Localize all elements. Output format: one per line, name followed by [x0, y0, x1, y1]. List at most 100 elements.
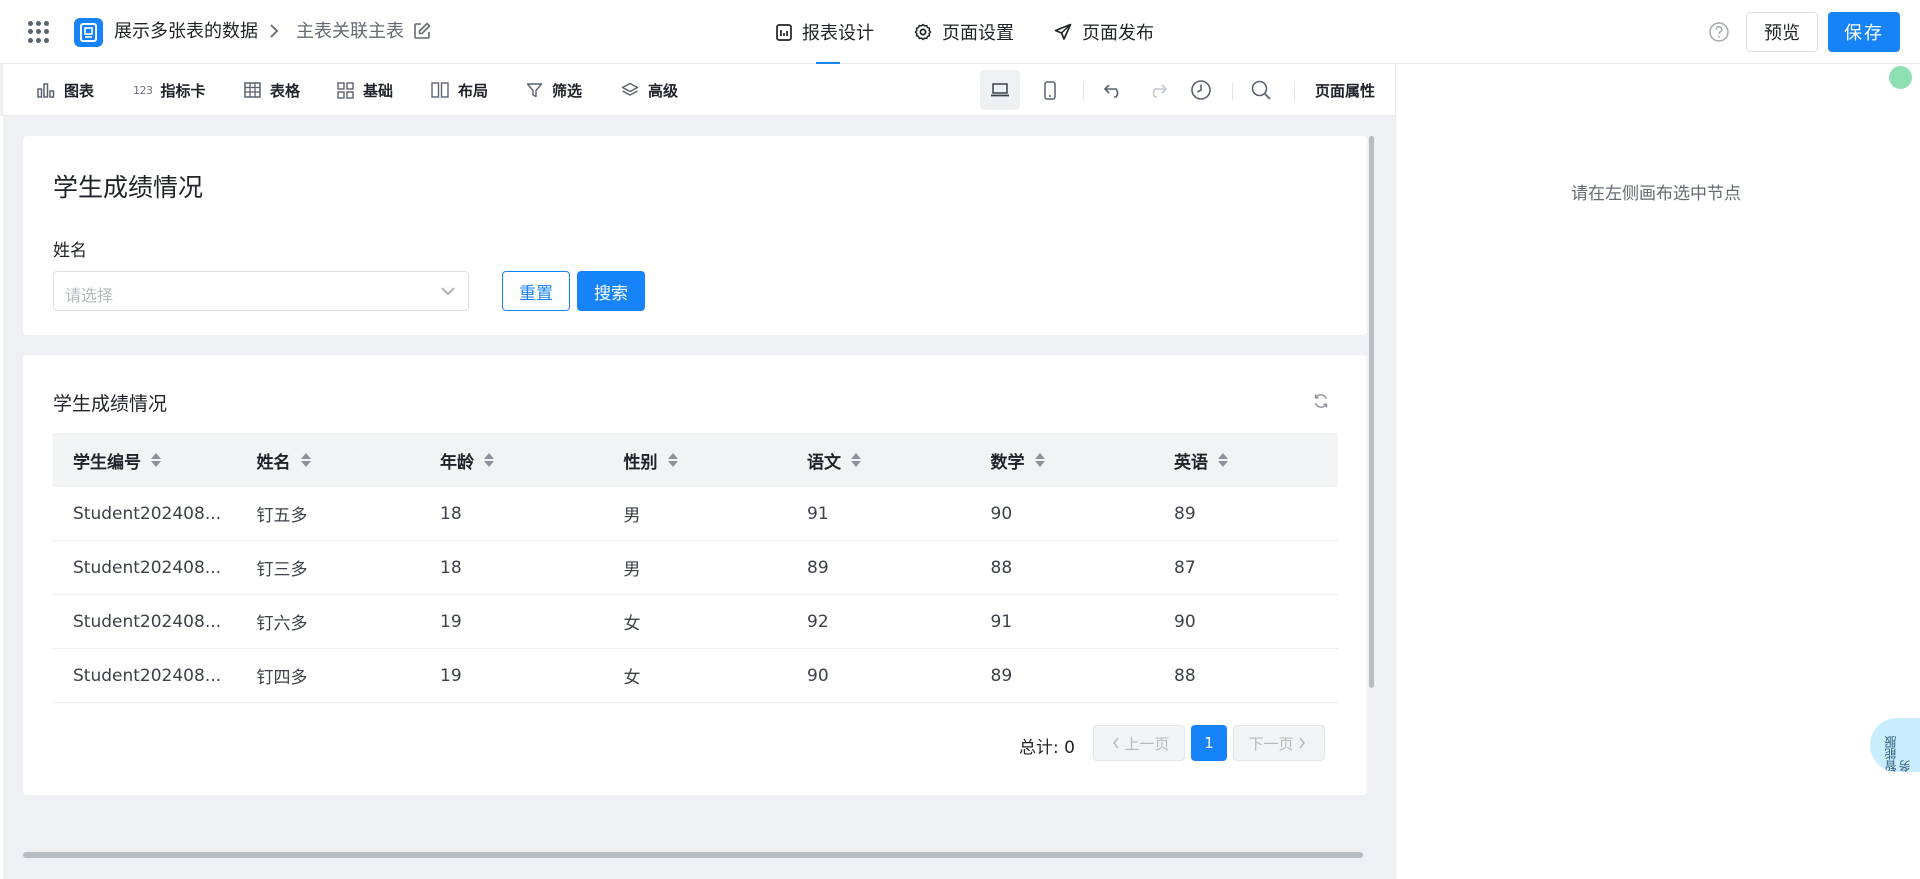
table-row[interactable]: Student202408... 钉三多 18 男 89 88 87 — [53, 541, 1338, 595]
table-cell: 87 — [1174, 557, 1196, 578]
properties-panel: 请在左侧画布选中节点 — [1395, 64, 1920, 879]
header-label: 性别 — [623, 452, 658, 473]
chevron-right-icon — [270, 24, 279, 38]
sort-icon[interactable] — [1218, 453, 1228, 467]
tool-basic[interactable]: 基础 — [337, 64, 393, 116]
tool-layout[interactable]: 布局 — [431, 64, 488, 116]
preview-button[interactable]: 预览 — [1746, 12, 1818, 52]
table-cell: 18 — [440, 557, 462, 578]
table-cell: 92 — [807, 611, 829, 632]
smart-service-button[interactable]: 智能服务 — [1870, 718, 1920, 772]
vertical-scrollbar[interactable] — [1369, 136, 1374, 688]
tool-advanced[interactable]: 高级 — [621, 64, 678, 116]
save-button[interactable]: 保存 — [1828, 12, 1900, 52]
tab-report-design[interactable]: 报表设计 — [776, 0, 874, 64]
tab-page-settings[interactable]: 页面设置 — [914, 0, 1014, 64]
pagination: 总计: 0 上一页 1 下一页 — [23, 725, 1367, 761]
table-card[interactable]: 学生成绩情况 学生编号 姓名 年龄 性别 语文 数学 英语 Student202… — [23, 355, 1367, 795]
prev-page-button[interactable]: 上一页 — [1093, 725, 1185, 761]
column-header-gender[interactable]: 性别 — [604, 448, 788, 473]
table-cell: 钉三多 — [256, 560, 308, 580]
horizontal-scrollbar[interactable] — [23, 852, 1363, 858]
chevron-left-icon — [1113, 737, 1120, 749]
table-cell: 90 — [807, 665, 829, 686]
column-header-math[interactable]: 数学 — [971, 448, 1155, 473]
sort-icon[interactable] — [667, 453, 678, 467]
header-label: 语文 — [807, 452, 841, 473]
basic-components-icon — [337, 81, 354, 99]
tool-label: 表格 — [270, 81, 301, 100]
table-cell: 钉四多 — [256, 668, 308, 688]
app-name[interactable]: 展示多张表的数据 — [114, 20, 258, 44]
apps-grid-icon[interactable] — [28, 21, 50, 43]
page-name: 主表关联主表 — [296, 21, 404, 42]
redo-button[interactable] — [1144, 77, 1170, 103]
prev-page-label: 上一页 — [1124, 734, 1170, 753]
column-header-chinese[interactable]: 语文 — [787, 448, 971, 473]
tool-metric-card[interactable]: 123 指标卡 — [133, 64, 206, 116]
name-filter-label: 姓名 — [53, 241, 87, 261]
table-row[interactable]: Student202408... 钉五多 18 男 91 90 89 — [53, 487, 1338, 541]
column-header-english[interactable]: 英语 — [1154, 448, 1338, 473]
column-header-age[interactable]: 年龄 — [420, 448, 604, 473]
mobile-view-button[interactable] — [1030, 70, 1070, 110]
metric-123-icon: 123 — [133, 83, 153, 97]
table-cell: 88 — [1174, 665, 1196, 686]
search-canvas-button[interactable] — [1248, 77, 1274, 103]
tool-chart[interactable]: 图表 — [37, 64, 94, 116]
smart-service-label: 智能服务 — [1884, 736, 1912, 772]
filter-card[interactable]: 学生成绩情况 姓名 请选择 重置 搜索 — [23, 136, 1367, 335]
table-row[interactable]: Student202408... 钉四多 19 女 90 89 88 — [53, 649, 1338, 703]
sort-icon[interactable] — [851, 453, 861, 467]
history-button[interactable] — [1188, 77, 1214, 103]
mobile-icon — [1044, 80, 1056, 100]
table-cell: 91 — [990, 611, 1013, 632]
next-page-button[interactable]: 下一页 — [1233, 725, 1325, 761]
tool-label: 筛选 — [552, 81, 583, 100]
edit-icon[interactable] — [413, 22, 431, 40]
tab-page-publish[interactable]: 页面发布 — [1054, 0, 1154, 64]
header-label: 学生编号 — [73, 452, 141, 473]
column-header-name[interactable]: 姓名 — [237, 448, 421, 473]
table-cell: 18 — [440, 503, 462, 524]
toolbar-divider — [1232, 82, 1233, 100]
sort-icon[interactable] — [300, 453, 311, 467]
undo-icon — [1103, 84, 1119, 98]
tool-table[interactable]: 表格 — [244, 64, 300, 116]
table-cell: Student202408... — [73, 503, 222, 524]
table-cell: 89 — [1174, 503, 1196, 524]
search-icon — [1251, 80, 1271, 100]
toolbar-divider — [1083, 82, 1084, 100]
undo-button[interactable] — [1101, 77, 1127, 103]
gear-icon — [914, 23, 932, 41]
reset-button[interactable]: 重置 — [502, 271, 570, 311]
page-properties-button[interactable]: 页面属性 — [1315, 64, 1375, 116]
sort-icon[interactable] — [1034, 453, 1045, 467]
column-header-student-id[interactable]: 学生编号 — [53, 448, 237, 473]
tool-filter[interactable]: 筛选 — [526, 64, 582, 116]
design-canvas: 学生成绩情况 姓名 请选择 重置 搜索 学生成绩情况 学生编号 姓名 年龄 性别… — [3, 116, 1395, 879]
table-cell: 89 — [807, 557, 829, 578]
tab-label: 页面设置 — [942, 23, 1014, 44]
desktop-view-button[interactable] — [980, 70, 1020, 110]
search-button[interactable]: 搜索 — [577, 271, 645, 311]
refresh-icon[interactable] — [1313, 393, 1329, 409]
filter-card-title: 学生成绩情况 — [53, 173, 204, 202]
page-number-button[interactable]: 1 — [1191, 725, 1227, 761]
help-icon[interactable] — [1708, 21, 1730, 43]
sort-icon[interactable] — [484, 453, 494, 467]
tool-label: 图表 — [64, 81, 95, 100]
pagination-total: 总计: 0 — [1019, 738, 1075, 758]
table-cell: 90 — [1174, 611, 1196, 632]
header-label: 姓名 — [256, 452, 291, 473]
header-label: 年龄 — [440, 452, 474, 473]
table-cell: 男 — [623, 560, 641, 580]
table-cell: 男 — [623, 506, 641, 526]
tab-label: 报表设计 — [802, 23, 874, 44]
table-row[interactable]: Student202408... 钉六多 19 女 92 91 90 — [53, 595, 1338, 649]
chevron-down-icon — [441, 287, 455, 296]
layers-icon — [621, 82, 639, 96]
name-select[interactable]: 请选择 — [53, 271, 469, 311]
top-header: 展示多张表的数据 主表关联主表 报表设计 页面设置 页面发布 预览 保存 — [0, 0, 1920, 64]
sort-icon[interactable] — [151, 453, 161, 467]
